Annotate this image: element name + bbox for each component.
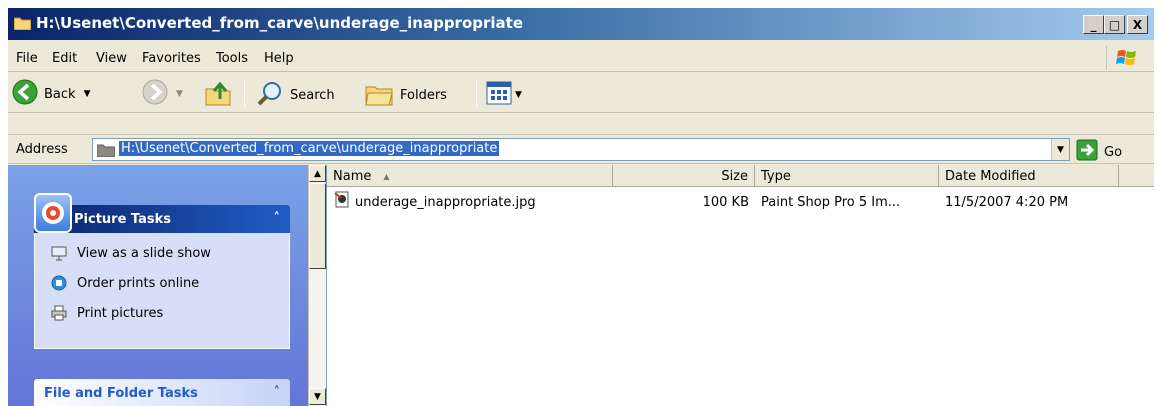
up-folder-button[interactable] (204, 79, 232, 111)
column-name-label: Name (333, 168, 372, 184)
picture-tasks-body: View as a slide show Order prints online… (34, 233, 290, 349)
task-pane-scrollbar[interactable]: ▲ ▼ (308, 165, 326, 406)
menu-view[interactable]: View (96, 51, 127, 66)
scroll-thumb[interactable] (309, 183, 326, 269)
globe-icon (51, 275, 67, 291)
menu-help[interactable]: Help (264, 51, 294, 66)
folder-icon (96, 143, 116, 161)
menu-favorites[interactable]: Favorites (142, 51, 201, 66)
back-dropdown-icon[interactable]: ▼ (84, 89, 91, 99)
order-prints-link[interactable]: Order prints online (51, 275, 199, 291)
toolbar-separator (476, 79, 477, 107)
picture-tasks-icon (34, 193, 72, 233)
search-button[interactable]: Search (256, 79, 335, 111)
address-value: H:\Usenet\Converted_from_carve\underage_… (119, 141, 500, 156)
address-input[interactable]: H:\Usenet\Converted_from_carve\underage_… (92, 138, 1070, 161)
column-header-size[interactable]: Size (613, 165, 755, 187)
file-name-cell[interactable]: underage_inappropriate.jpg (333, 191, 536, 213)
toolbar-separator (244, 79, 245, 107)
go-button[interactable]: Go (1076, 139, 1122, 165)
order-prints-label: Order prints online (77, 275, 200, 291)
column-date-label: Date Modified (945, 168, 1036, 184)
forward-button[interactable]: ▼ (142, 79, 183, 109)
toolbar: Back ▼ ▼ Search Folders ▼ (8, 73, 1154, 113)
task-pane: Picture Tasks ˄ View as a slide show Ord… (8, 165, 308, 406)
column-header-type[interactable]: Type (755, 165, 939, 187)
column-headers: Name ▲ Size Type Date Modified (327, 165, 1154, 187)
close-button[interactable]: X (1127, 15, 1148, 34)
forward-dropdown-icon[interactable]: ▼ (176, 89, 183, 99)
explorer-window: H:\Usenet\Converted_from_carve\underage_… (8, 8, 1154, 406)
address-label: Address (16, 142, 68, 157)
print-pictures-link[interactable]: Print pictures (51, 305, 163, 321)
back-arrow-icon (12, 79, 38, 109)
views-icon (486, 81, 512, 109)
minimize-button[interactable]: _ (1083, 15, 1104, 34)
column-size-label: Size (721, 168, 748, 184)
title-bar[interactable]: H:\Usenet\Converted_from_carve\underage_… (8, 8, 1154, 40)
file-folder-tasks-title: File and Folder Tasks (44, 386, 198, 401)
folders-label: Folders (400, 87, 447, 103)
column-header-name[interactable]: Name ▲ (327, 165, 613, 187)
up-folder-icon (204, 79, 232, 111)
windows-logo-icon (1106, 46, 1146, 70)
file-name: underage_inappropriate.jpg (355, 194, 536, 210)
back-button[interactable]: Back ▼ (12, 79, 90, 109)
folders-button[interactable]: Folders (364, 79, 447, 111)
views-dropdown-icon[interactable]: ▼ (515, 90, 522, 100)
scroll-up-arrow-icon[interactable]: ▲ (309, 165, 326, 182)
folders-icon (364, 79, 394, 111)
menu-edit[interactable]: Edit (52, 51, 77, 66)
menu-bar: File Edit View Favorites Tools Help (8, 44, 1154, 72)
printer-icon (51, 305, 67, 321)
file-type-cell: Paint Shop Pro 5 Im... (761, 194, 901, 210)
menu-file[interactable]: File (16, 51, 38, 66)
view-slideshow-link[interactable]: View as a slide show (51, 245, 211, 261)
table-row[interactable]: underage_inappropriate.jpg 100 KB Paint … (327, 191, 1154, 213)
file-size-cell: 100 KB (702, 194, 749, 210)
scroll-down-arrow-icon[interactable]: ▼ (309, 388, 326, 405)
forward-arrow-icon (142, 79, 168, 109)
picture-tasks-header[interactable]: Picture Tasks ˄ (34, 205, 290, 233)
search-icon (256, 79, 284, 111)
file-list: Name ▲ Size Type Date Modified underage_… (326, 165, 1154, 406)
go-label: Go (1104, 144, 1123, 160)
menu-tools[interactable]: Tools (216, 51, 248, 66)
collapse-chevron-icon[interactable]: ˄ (274, 385, 281, 400)
folder-icon (13, 16, 32, 31)
print-pictures-label: Print pictures (77, 305, 164, 321)
collapse-chevron-icon[interactable]: ˄ (274, 211, 281, 226)
column-header-date[interactable]: Date Modified (939, 165, 1119, 187)
file-folder-tasks-header[interactable]: File and Folder Tasks ˄ (34, 379, 290, 406)
back-label: Back (44, 86, 76, 102)
image-file-icon (333, 191, 351, 213)
file-date-cell: 11/5/2007 4:20 PM (945, 194, 1069, 210)
views-button[interactable]: ▼ (486, 81, 522, 109)
slideshow-icon (51, 245, 67, 261)
search-label: Search (290, 87, 335, 103)
column-type-label: Type (761, 168, 791, 184)
address-dropdown-icon[interactable]: ▼ (1051, 139, 1069, 160)
picture-tasks-title: Picture Tasks (74, 212, 171, 227)
maximize-button[interactable]: □ (1104, 15, 1125, 34)
go-arrow-icon (1076, 139, 1098, 165)
window-title: H:\Usenet\Converted_from_carve\underage_… (36, 14, 523, 32)
address-bar: Address H:\Usenet\Converted_from_carve\u… (8, 134, 1154, 164)
sort-ascending-icon: ▲ (383, 171, 390, 181)
view-slideshow-label: View as a slide show (77, 245, 211, 261)
